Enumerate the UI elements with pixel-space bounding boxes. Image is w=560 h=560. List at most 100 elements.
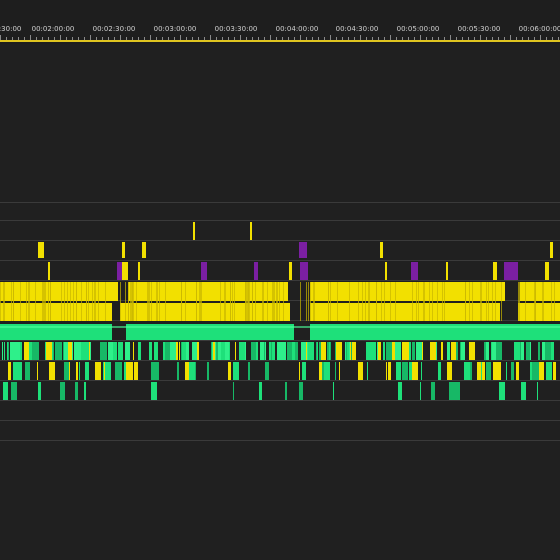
audio-clip[interactable] [447,342,450,360]
video-clip-edit[interactable] [279,282,280,321]
audio-clip[interactable] [386,362,387,380]
video-clip-edit[interactable] [535,282,536,321]
audio-clip[interactable] [269,342,271,360]
video-clip[interactable] [193,222,195,240]
audio-clip[interactable] [95,362,100,380]
video-clip-edit[interactable] [283,282,284,321]
video-clip-edit[interactable] [70,282,71,321]
video-clip-edit[interactable] [542,282,543,321]
audio-clip[interactable] [264,342,265,360]
video-clip-edit[interactable] [362,282,363,321]
video-clip-edit[interactable] [518,282,519,321]
video-clip[interactable] [550,242,553,258]
audio-clip[interactable] [469,342,475,360]
audio-clip[interactable] [514,342,520,360]
audio-clip[interactable] [55,342,56,360]
audio-clip[interactable] [248,362,250,380]
video-clip[interactable] [545,262,549,280]
audio-clip[interactable] [235,362,239,380]
video-clip-edit[interactable] [255,282,256,321]
video-clip-edit[interactable] [274,282,275,321]
video-clip-edit[interactable] [28,282,29,321]
video-clip-edit[interactable] [519,282,520,321]
video-clip[interactable] [518,303,560,321]
audio-clip[interactable] [13,362,16,380]
video-clip-edit[interactable] [263,282,264,321]
video-clip-edit[interactable] [432,282,433,321]
audio-clip[interactable] [182,342,186,360]
audio-clip[interactable] [300,382,303,400]
audio-clip[interactable] [25,362,30,380]
video-clip-edit[interactable] [64,282,65,321]
video-clip[interactable] [504,262,518,280]
audio-clip[interactable] [4,342,5,360]
audio-clip[interactable] [486,342,489,360]
video-clip-edit[interactable] [230,282,231,321]
video-clip[interactable] [299,242,307,258]
audio-clip[interactable] [189,362,194,380]
audio-clip[interactable] [430,342,436,360]
audio-clip[interactable] [447,362,452,380]
audio-clip[interactable] [321,342,326,360]
video-clip-edit[interactable] [248,282,249,321]
audio-clip[interactable] [45,342,46,360]
audio-clip[interactable] [179,342,180,360]
audio-clip[interactable] [186,342,189,360]
video-clip-edit[interactable] [381,282,382,321]
audio-clip[interactable] [492,342,496,360]
audio-clip[interactable] [64,342,68,360]
audio-clip[interactable] [386,342,392,360]
video-clip-edit[interactable] [486,282,487,321]
audio-clip[interactable] [163,342,164,360]
video-clip-edit[interactable] [525,282,526,321]
audio-clip[interactable] [8,362,11,380]
video-clip-edit[interactable] [418,282,419,321]
audio-clip[interactable] [24,342,29,360]
audio-clip[interactable] [546,362,552,380]
video-clip-edit[interactable] [132,282,133,321]
audio-clip[interactable] [383,342,385,360]
video-clip-edit[interactable] [42,282,43,321]
audio-clip[interactable] [76,362,78,380]
video-clip-edit[interactable] [272,282,273,321]
video-clip-edit[interactable] [156,282,157,321]
audio-clip[interactable] [69,362,70,380]
video-clip-edit[interactable] [369,282,370,321]
audio-clip[interactable] [100,342,103,360]
audio-clip[interactable] [438,362,441,380]
clip-layer[interactable] [0,44,560,560]
audio-clip[interactable] [537,382,538,400]
video-clip-edit[interactable] [35,282,36,321]
audio-clip[interactable] [185,362,189,380]
audio-clip[interactable] [538,342,540,360]
audio-clip[interactable] [59,342,62,360]
audio-clip[interactable] [412,342,415,360]
audio-clip[interactable] [177,362,179,380]
audio-clip[interactable] [251,342,256,360]
audio-clip[interactable] [317,342,318,360]
video-clip-edit[interactable] [232,282,233,321]
audio-clip[interactable] [260,342,266,360]
video-clip-edit[interactable] [120,282,121,321]
audio-clip[interactable] [526,342,527,360]
video-clip-edit[interactable] [29,282,30,321]
audio-clip[interactable] [13,342,15,360]
audio-clip[interactable] [265,362,269,380]
audio-clip[interactable] [308,342,314,360]
video-clip-edit[interactable] [384,282,385,321]
video-clip-edit[interactable] [149,282,150,321]
audio-clip[interactable] [431,382,435,400]
video-clip-edit[interactable] [349,282,350,321]
audio-clip[interactable] [85,362,89,380]
audio-clip[interactable] [259,382,262,400]
audio-clip[interactable] [299,362,300,380]
audio-clip[interactable] [134,362,138,380]
audio-clip[interactable] [545,342,551,360]
audio-clip[interactable] [366,342,372,360]
audio-clip[interactable] [207,362,209,380]
video-clip[interactable] [446,262,448,280]
audio-clip[interactable] [538,362,539,380]
audio-clip[interactable] [16,362,22,380]
video-clip-edit[interactable] [337,282,338,321]
audio-clip[interactable] [494,362,495,380]
